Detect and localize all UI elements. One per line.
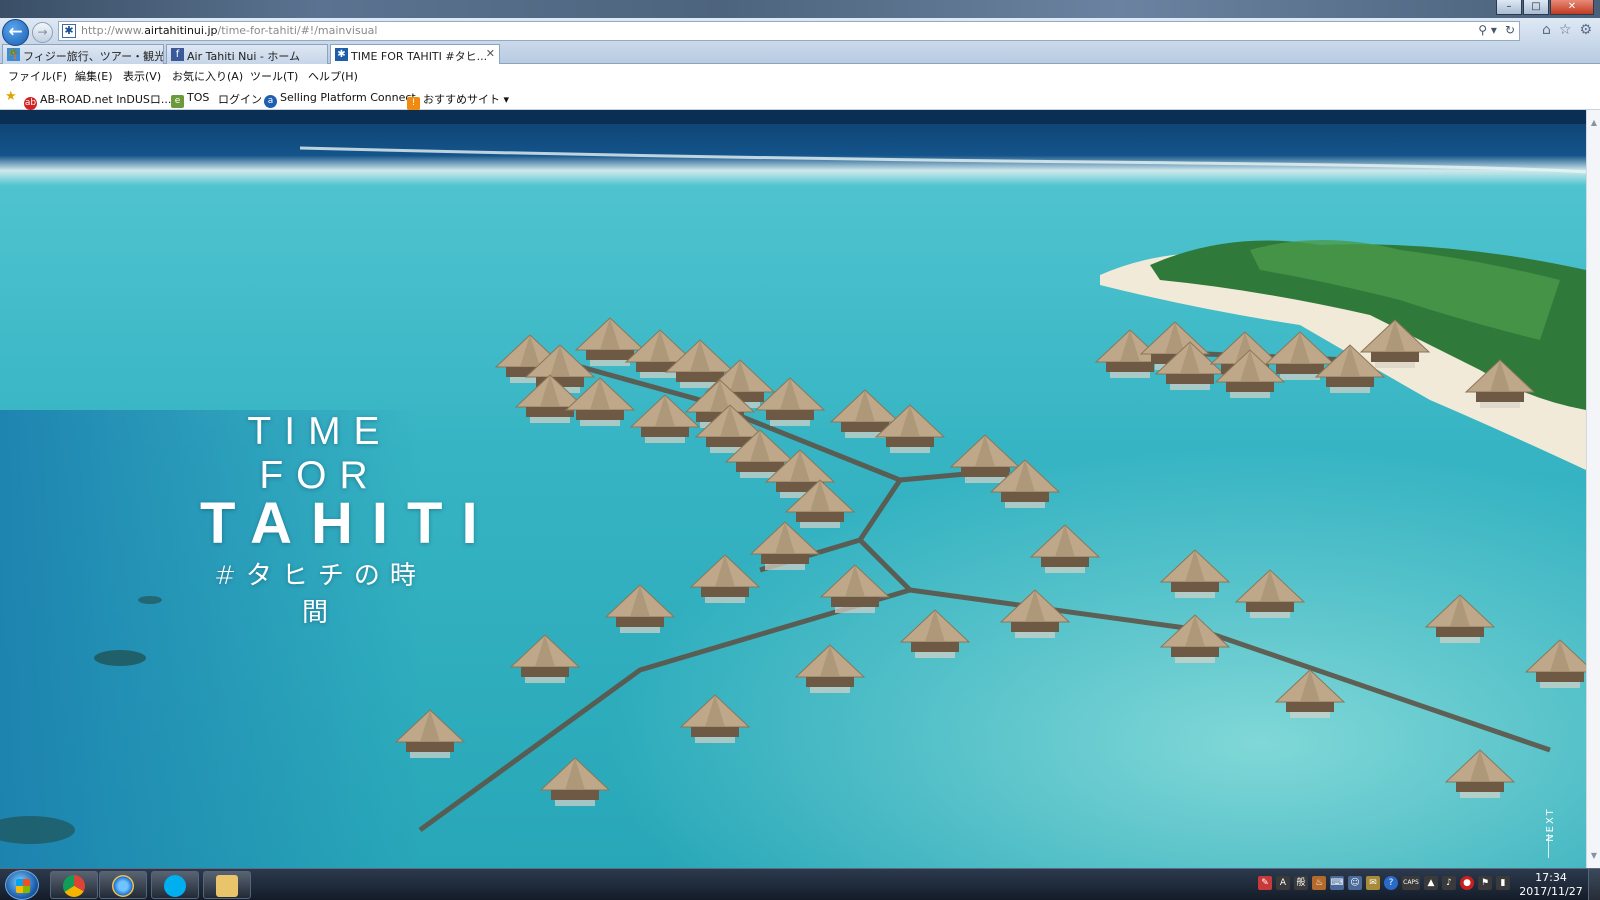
help-icon[interactable]: ? [1384,876,1398,890]
windows-taskbar: ✎ A 般 ♨ ⌨ ☺ ✉ ? CAPS ▲ ♪ ● ⚑ ▮ 17:34 201… [0,868,1600,900]
taskbar-chrome[interactable] [50,871,98,899]
ie-icon [112,875,134,897]
forward-button[interactable]: → [32,22,53,43]
ab-road-icon: ab [24,97,37,110]
page-icon: e [171,95,184,108]
mail-icon[interactable]: ✉ [1366,876,1380,890]
hero-title: TIME FOR TAHITI #タヒチの時間 [200,410,497,629]
address-row: ← → ✱ http://www.airtahitinui.jp/time-fo… [0,18,1600,46]
favorite-selling-platform[interactable]: a Selling Platform Connect [264,91,416,108]
clock-date: 2017/11/27 [1519,885,1583,898]
recommended-icon: ! [407,97,420,110]
clock-time: 17:34 [1535,871,1567,884]
volume-icon[interactable]: ♪ [1442,876,1456,890]
tray-icon[interactable]: ☺ [1348,876,1362,890]
tab-label: TIME FOR TAHITI #タヒ... [351,50,488,63]
tab-favicon-icon: ✱ [335,48,348,61]
keyboard-icon[interactable]: ⌨ [1330,876,1344,890]
favorites-bar: ★ ab AB-ROAD.net InDUSロ... e TOS ログイン a Sel… [0,86,1600,110]
caps-lock-icon: CAPS [1402,876,1420,890]
favorites-star-icon[interactable]: ★ [5,89,17,104]
close-window-button[interactable]: ✕ [1550,0,1594,15]
site-favicon-icon: ✱ [62,24,76,38]
tab-time-for-tahiti[interactable]: ✱ TIME FOR TAHITI #タヒ... ✕ [330,44,500,65]
tab-label: Air Tahiti Nui - ホーム [187,50,301,63]
menu-tools[interactable]: ツール(T) [250,68,298,84]
favorite-tos[interactable]: e TOS [171,91,209,108]
network-icon[interactable]: ▮ [1496,876,1510,890]
search-dropdown-icon[interactable]: ⚲ ▾ [1478,23,1497,37]
favorite-label: おすすめサイト ▾ [423,93,510,106]
next-button[interactable]: NEXT [1545,807,1556,842]
home-icon[interactable]: ⌂ [1542,22,1551,38]
action-center-flag-icon[interactable]: ⚑ [1478,876,1492,890]
antivirus-icon[interactable]: ● [1460,876,1474,890]
taskbar-clock[interactable]: 17:34 2017/11/27 [1518,871,1584,899]
tab-favicon-icon: 🌴 [7,48,20,61]
page-viewport: TIME FOR TAHITI #タヒチの時間 NEXT [0,110,1586,868]
address-tools: ⚲ ▾ ↻ [1478,23,1515,37]
favorite-recommended-sites[interactable]: ! おすすめサイト ▾ [407,91,509,110]
favorite-label: TOS [187,91,210,104]
tab-label: フィジー旅行、ツアー・観光... [23,50,164,63]
menu-edit[interactable]: 編集(E) [75,68,113,84]
taskbar-internet-explorer[interactable] [99,871,147,899]
start-button[interactable] [5,870,39,900]
menu-view[interactable]: 表示(V) [123,68,161,84]
gear-icon[interactable]: ⚙ [1579,22,1592,38]
hero-title-line2: TAHITI [200,491,497,556]
browser-toolbar-icons: ⌂ ☆ ⚙ [1542,22,1592,38]
window-controls: – □ ✕ [1496,0,1594,16]
menu-bar: ファイル(F) 編集(E) 表示(V) お気に入り(A) ツール(T) ヘルプ(… [0,64,1600,86]
tray-icon[interactable]: ✎ [1258,876,1272,890]
url-path: /time-for-tahiti/#!/mainvisual [217,24,378,37]
tab-strip: 🌴 フィジー旅行、ツアー・観光... f Air Tahiti Nui - ホー… [0,43,1600,65]
system-tray: ✎ A 般 ♨ ⌨ ☺ ✉ ? CAPS ▲ ♪ ● ⚑ ▮ [1258,876,1510,890]
chrome-icon [63,875,85,897]
taskbar-skype[interactable] [151,871,199,899]
url-prefix: http://www. [81,24,145,37]
menu-favorites[interactable]: お気に入り(A) [172,68,243,84]
menu-help[interactable]: ヘルプ(H) [308,68,358,84]
facebook-icon: f [171,48,184,61]
ime-general-icon[interactable]: 般 [1294,876,1308,890]
ime-mode-icon[interactable]: A [1276,876,1290,890]
refresh-icon[interactable]: ↻ [1505,23,1515,37]
menu-file[interactable]: ファイル(F) [8,68,67,84]
window-titlebar: – □ ✕ [0,0,1600,18]
favorite-label: Selling Platform Connect [280,91,416,104]
favorites-star-icon[interactable]: ☆ [1559,22,1572,38]
vertical-scrollbar[interactable]: ▲ ▼ [1586,110,1600,868]
maximize-button[interactable]: □ [1523,0,1549,15]
address-bar[interactable]: ✱ http://www.airtahitinui.jp/time-for-ta… [58,21,1520,41]
hero-hashtag: #タヒチの時間 [214,561,426,628]
show-desktop-button[interactable] [1588,869,1600,900]
favorite-label: AB-ROAD.net InDUSロ... [40,93,172,106]
skype-icon [164,875,186,897]
back-button[interactable]: ← [2,19,29,46]
back-arrow-icon: ← [8,22,23,42]
tab-air-tahiti-nui[interactable]: f Air Tahiti Nui - ホーム [166,44,328,64]
favorite-login[interactable]: ログイン [218,91,262,107]
next-indicator-line [1548,834,1549,858]
taskbar-file-explorer[interactable] [203,871,251,899]
scroll-down-arrow-icon[interactable]: ▼ [1589,851,1599,860]
favorite-ab-road[interactable]: ab AB-ROAD.net InDUSロ... [24,91,171,110]
windows-logo-icon [16,879,30,893]
forward-arrow-icon: → [37,25,48,39]
amadeus-icon: a [264,95,277,108]
close-tab-icon[interactable]: ✕ [486,47,495,60]
folder-icon [216,875,238,897]
show-hidden-icons-icon[interactable]: ▲ [1424,876,1438,890]
favorite-label: ログイン [218,93,262,106]
address-url[interactable]: http://www.airtahitinui.jp/time-for-tahi… [81,24,377,37]
hero-title-line1: TIME FOR [247,410,393,497]
tray-icon[interactable]: ♨ [1312,876,1326,890]
tab-fiji[interactable]: 🌴 フィジー旅行、ツアー・観光... [2,44,164,64]
url-domain: airtahitinui.jp [144,24,218,37]
minimize-button[interactable]: – [1496,0,1522,15]
scroll-up-arrow-icon[interactable]: ▲ [1589,118,1599,127]
